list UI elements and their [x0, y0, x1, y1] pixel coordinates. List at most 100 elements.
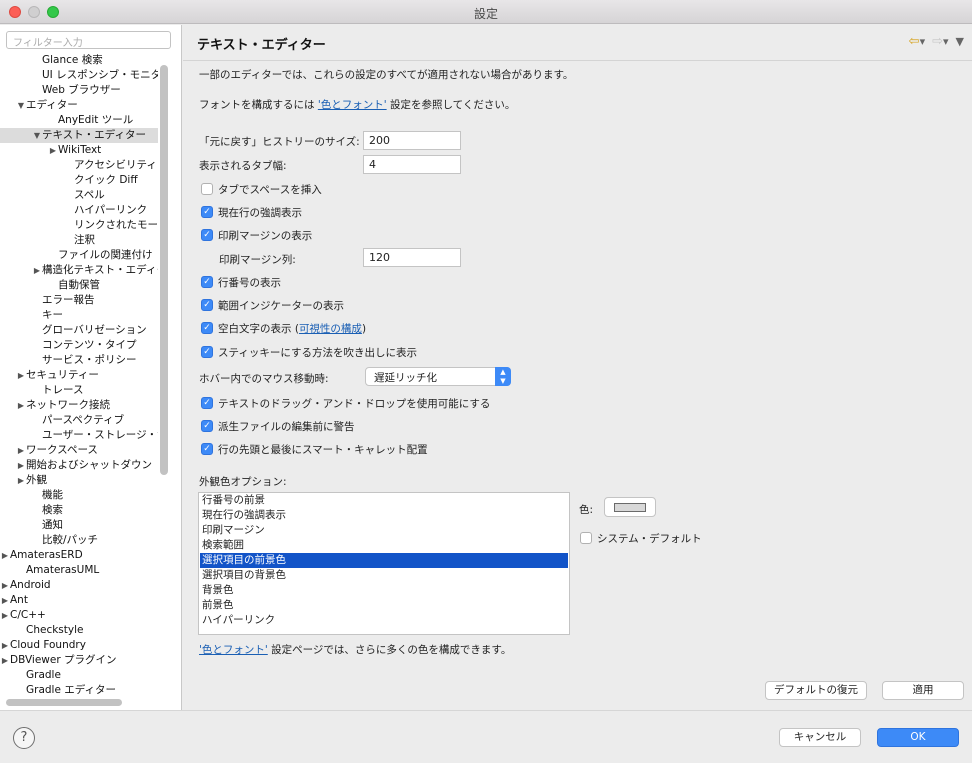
checkbox[interactable]: ✓ [201, 420, 213, 432]
collapsed-arrow-icon[interactable]: ▶ [0, 548, 10, 563]
tree-item[interactable]: ▶ Ant [0, 593, 158, 608]
tree-item[interactable]: パースペクティブ [0, 413, 158, 428]
tree-item[interactable]: 通知 [0, 518, 158, 533]
tree-item[interactable]: ▶ ネットワーク接続 [0, 398, 158, 413]
tree-item[interactable]: ユーザー・ストレージ・サービス [0, 428, 158, 443]
filter-input[interactable]: フィルター入力 [6, 31, 171, 49]
collapsed-arrow-icon[interactable]: ▶ [0, 653, 10, 668]
tree-item[interactable]: ▶ AmaterasERD [0, 548, 158, 563]
tree-item[interactable]: AnyEdit ツール [0, 113, 158, 128]
tree-item[interactable]: ハイパーリンク [0, 203, 158, 218]
appearance-list-item[interactable]: 印刷マージン [200, 523, 568, 538]
tree-item[interactable]: トレース [0, 383, 158, 398]
back-arrow-icon[interactable]: ⇦ [909, 34, 920, 49]
checkbox[interactable]: ✓ [201, 206, 213, 218]
tree-item[interactable]: 機能 [0, 488, 158, 503]
colors-and-fonts-link[interactable]: '色とフォント' [318, 99, 387, 111]
tree-item[interactable]: ▶構造化テキスト・エディター [0, 263, 158, 278]
tab-width-input[interactable]: 4 [363, 155, 461, 174]
collapsed-arrow-icon[interactable]: ▶ [0, 578, 10, 593]
tree-item[interactable]: クイック Diff [0, 173, 158, 188]
tree-vertical-scrollbar[interactable] [160, 65, 168, 475]
tree-item[interactable]: ▶ Cloud Foundry [0, 638, 158, 653]
tree-item[interactable]: ▼ テキスト・エディター [0, 128, 158, 143]
expanded-arrow-icon[interactable]: ▼ [16, 98, 26, 113]
tree-item[interactable]: エラー報告 [0, 293, 158, 308]
appearance-list-item[interactable]: 背景色 [200, 583, 568, 598]
tree-item[interactable]: ファイルの関連付け [0, 248, 158, 263]
help-icon[interactable]: ? [13, 727, 35, 749]
tree-item[interactable]: ▼ エディター [0, 98, 158, 113]
tree-item[interactable]: AmaterasUML [0, 563, 158, 578]
tree-item[interactable]: キー [0, 308, 158, 323]
tree-item[interactable]: ▶ 開始およびシャットダウン [0, 458, 158, 473]
forward-dropdown-icon[interactable]: ▾ [943, 35, 949, 48]
appearance-list-item[interactable]: 選択項目の背景色 [200, 568, 568, 583]
checkbox[interactable]: ✓ [201, 276, 213, 288]
color-picker-button[interactable] [604, 497, 656, 517]
forward-arrow-icon[interactable]: ⇨ [932, 34, 943, 49]
tree-item[interactable]: グローバリゼーション [0, 323, 158, 338]
appearance-list-item[interactable]: 前景色 [200, 598, 568, 613]
checkbox[interactable]: ✓ [201, 229, 213, 241]
appearance-list-item[interactable]: 選択項目の前景色 [200, 553, 568, 568]
tree-item[interactable]: Gradle エディター [0, 683, 158, 698]
tree-item[interactable]: スペル [0, 188, 158, 203]
appearance-list-item[interactable]: 検索範囲 [200, 538, 568, 553]
collapsed-arrow-icon[interactable]: ▶ [0, 593, 10, 608]
ok-button[interactable]: OK [877, 728, 959, 747]
tree-item[interactable]: アクセシビリティ [0, 158, 158, 173]
collapsed-arrow-icon[interactable]: ▶ [16, 458, 26, 473]
tree-item[interactable]: ▶ WikiText [0, 143, 158, 158]
tree-item[interactable]: Web ブラウザー [0, 83, 158, 98]
tree-item[interactable]: Gradle [0, 668, 158, 683]
checkbox[interactable]: ✓ [201, 299, 213, 311]
apply-button[interactable]: 適用 [882, 681, 964, 700]
appearance-list-item[interactable]: ハイパーリンク [200, 613, 568, 628]
tree-horizontal-scrollbar[interactable] [6, 699, 122, 706]
collapsed-arrow-icon[interactable]: ▶ [0, 608, 10, 623]
visibility-config-link[interactable]: 可視性の構成 [299, 323, 362, 335]
tree-item[interactable]: ▶ ワークスペース [0, 443, 158, 458]
collapsed-arrow-icon[interactable]: ▶ [48, 143, 58, 158]
system-default-checkbox[interactable] [580, 532, 592, 544]
tree-item[interactable]: 検索 [0, 503, 158, 518]
restore-defaults-button[interactable]: デフォルトの復元 [765, 681, 867, 700]
tree-item[interactable]: サービス・ポリシー [0, 353, 158, 368]
checkbox[interactable] [201, 183, 213, 195]
checkbox[interactable]: ✓ [201, 397, 213, 409]
checkbox[interactable]: ✓ [201, 346, 213, 358]
hover-select[interactable]: 遅延リッチ化 ▲ ▼ [365, 367, 511, 386]
tree-item[interactable]: ▶ DBViewer プラグイン [0, 653, 158, 668]
tree-item[interactable]: Glance 検索 [0, 53, 158, 68]
collapsed-arrow-icon[interactable]: ▶ [16, 398, 26, 413]
tree-item[interactable]: ▶ Android [0, 578, 158, 593]
checkbox[interactable]: ✓ [201, 322, 213, 334]
appearance-list-item[interactable]: 行番号の前景 [200, 493, 568, 508]
undo-history-input[interactable]: 200 [363, 131, 461, 150]
collapsed-arrow-icon[interactable]: ▶ [16, 443, 26, 458]
collapsed-arrow-icon[interactable]: ▶ [0, 638, 10, 653]
expanded-arrow-icon[interactable]: ▼ [32, 128, 42, 143]
collapsed-arrow-icon[interactable]: ▶ [16, 368, 26, 383]
tree-item[interactable]: ▶ セキュリティー [0, 368, 158, 383]
tree-item[interactable]: UI レスポンシブ・モニタ [0, 68, 158, 83]
tree-item[interactable]: リンクされたモード [0, 218, 158, 233]
tree-item[interactable]: 比較/パッチ [0, 533, 158, 548]
colors-and-fonts-link-2[interactable]: '色とフォント' [199, 644, 268, 656]
cancel-button[interactable]: キャンセル [779, 728, 861, 747]
appearance-list-item[interactable]: 現在行の強調表示 [200, 508, 568, 523]
tree-item[interactable]: コンテンツ・タイプ [0, 338, 158, 353]
tree-item[interactable]: Checkstyle [0, 623, 158, 638]
collapsed-arrow-icon[interactable]: ▶ [16, 473, 26, 488]
appearance-color-list[interactable]: 行番号の前景 現在行の強調表示 印刷マージン 検索範囲 選択項目の前景色 選択項目の背景色… [198, 492, 570, 635]
tree-item[interactable]: 注釈 [0, 233, 158, 248]
print-margin-input[interactable]: 120 [363, 248, 461, 267]
tree-item[interactable]: 自動保管 [0, 278, 158, 293]
checkbox[interactable]: ✓ [201, 443, 213, 455]
view-menu-icon[interactable]: ▼ [956, 35, 964, 48]
back-dropdown-icon[interactable]: ▾ [920, 35, 926, 48]
collapsed-arrow-icon[interactable]: ▶ [32, 263, 42, 278]
tree-item[interactable]: ▶ C/C++ [0, 608, 158, 623]
tree-item[interactable]: ▶ 外観 [0, 473, 158, 488]
